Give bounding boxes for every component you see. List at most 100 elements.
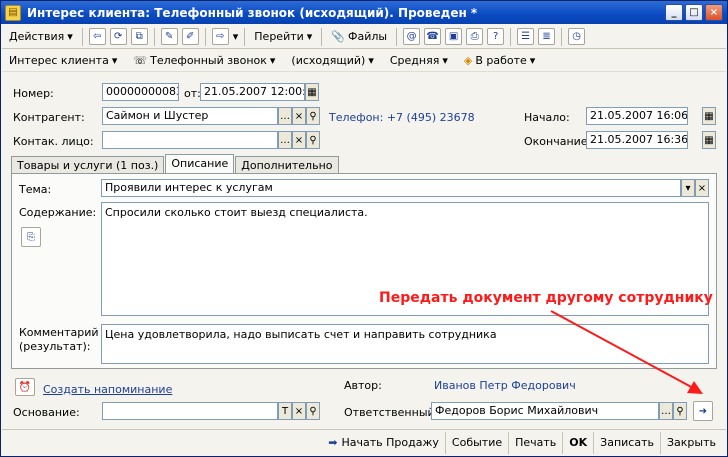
interest-menu[interactable]: Интерес клиента ▾ xyxy=(6,52,120,69)
contact-field[interactable] xyxy=(102,131,278,149)
call-type-menu[interactable]: ☏ Телефонный звонок ▾ xyxy=(130,52,278,69)
clear-icon[interactable]: × xyxy=(292,107,306,125)
start-field[interactable]: 21.05.2007 16:06 xyxy=(586,107,688,125)
structure-icon[interactable]: ☰ xyxy=(517,28,535,45)
number-label: Номер: xyxy=(13,87,54,100)
contractor-label: Контрагент: xyxy=(13,111,85,124)
tab-description[interactable]: Описание xyxy=(165,154,235,173)
print-button[interactable]: Печать xyxy=(509,431,564,454)
topic-label: Тема: xyxy=(19,183,52,196)
start-label: Начало: xyxy=(524,111,570,124)
paperclip-icon: 📎 xyxy=(331,30,346,43)
post-document-icon[interactable]: ✎ xyxy=(160,28,178,45)
save-button[interactable]: Записать xyxy=(594,431,661,454)
start-sale-label: Начать Продажу xyxy=(341,436,439,449)
tab-goods[interactable]: Товары и услуги (1 поз.) xyxy=(11,156,165,173)
annotation-text: Передать документ другому сотруднику xyxy=(379,290,713,306)
dropdown-arrow-icon: ▾ xyxy=(442,54,448,67)
copy-icon[interactable]: ⧉ xyxy=(130,28,148,45)
open-icon[interactable]: ⚲ xyxy=(306,107,320,125)
clear-icon[interactable]: × xyxy=(292,402,306,420)
contractor-field[interactable]: Саймон и Шустер xyxy=(102,107,278,125)
dropdown-arrow-icon: ▾ xyxy=(368,54,374,67)
reminder-icon[interactable]: ⏰ xyxy=(15,378,35,396)
clock-icon[interactable]: ◷ xyxy=(568,28,586,45)
separator xyxy=(244,27,246,46)
document-icon: ▤ xyxy=(5,4,21,21)
maximize-button[interactable]: □ xyxy=(685,4,703,21)
chevron-down-icon[interactable]: ▾ xyxy=(681,179,695,197)
unpost-document-icon[interactable]: ✐ xyxy=(181,28,199,45)
help-icon[interactable]: ? xyxy=(487,28,505,45)
dropdown-arrow-icon: ▾ xyxy=(67,30,73,43)
tab-strip: Товары и услуги (1 поз.) Описание Дополн… xyxy=(11,154,340,173)
list-icon[interactable]: ≣ xyxy=(538,28,556,45)
calendar-icon[interactable]: ▦ xyxy=(305,83,319,101)
calendar-icon[interactable]: ▦ xyxy=(702,107,716,125)
arrow-right-icon: ➡ xyxy=(328,436,338,449)
call-type-label: Телефонный звонок xyxy=(150,54,267,67)
status-label: В работе xyxy=(475,54,527,67)
select-button[interactable]: … xyxy=(278,131,292,149)
dropdown-arrow-icon: ▾ xyxy=(529,54,536,67)
minimize-button[interactable]: _ xyxy=(665,4,683,21)
direction-menu[interactable]: (исходящий) ▾ xyxy=(288,52,376,69)
email-icon[interactable]: @ xyxy=(403,28,421,45)
actions-menu[interactable]: Действия ▾ xyxy=(6,28,76,45)
status-menu[interactable]: ◈ В работе ▾ xyxy=(461,52,538,69)
calendar-icon[interactable]: ▦ xyxy=(702,131,716,149)
briefcase-icon[interactable]: ▣ xyxy=(445,28,463,45)
bottom-button-bar: ➡ Начать Продажу Событие Печать OK Записа… xyxy=(2,429,726,455)
responsible-label: Ответственный: xyxy=(344,406,439,419)
actions-label: Действия xyxy=(9,30,65,43)
open-icon[interactable]: ⚲ xyxy=(673,402,687,420)
event-button[interactable]: Событие xyxy=(446,431,510,454)
open-icon[interactable]: ⚲ xyxy=(306,402,320,420)
clipboard-icon[interactable]: ⎘ xyxy=(21,227,41,247)
basis-label: Основание: xyxy=(13,406,80,419)
clear-icon[interactable]: × xyxy=(695,179,709,197)
dropdown-arrow-icon: ▾ xyxy=(111,54,118,67)
refresh-icon[interactable]: ⟳ xyxy=(109,28,127,45)
author-value: Иванов Петр Федорович xyxy=(434,379,576,392)
date-field[interactable]: 21.05.2007 12:00:00 xyxy=(200,83,305,101)
based-on-icon[interactable]: ⇨ xyxy=(211,28,229,45)
clear-icon[interactable]: × xyxy=(292,131,306,149)
separator xyxy=(204,27,206,46)
topic-field[interactable]: Проявили интерес к услугам xyxy=(101,179,681,197)
transfer-document-icon[interactable]: ➜ xyxy=(693,401,713,421)
from-label: от: xyxy=(184,87,201,100)
document-window: ▤ Интерес клиента: Телефонный звонок (ис… xyxy=(0,0,728,457)
responsible-field[interactable]: Федоров Борис Михайлович xyxy=(431,402,659,420)
tab-additional[interactable]: Дополнительно xyxy=(235,156,339,173)
print-icon[interactable]: ⎙ xyxy=(466,28,484,45)
files-button[interactable]: 📎 Файлы xyxy=(328,28,390,45)
number-field[interactable]: 00000000083 xyxy=(102,83,179,101)
select-button[interactable]: … xyxy=(659,402,673,420)
priority-label: Средняя xyxy=(389,54,440,67)
phone-call-icon: ☏ xyxy=(133,54,148,67)
interest-label: Интерес клиента xyxy=(9,54,109,67)
comment-label: Комментарий (результат): xyxy=(19,326,99,353)
text-type-icon[interactable]: T xyxy=(278,402,292,420)
create-reminder-link[interactable]: Создать напоминание xyxy=(43,383,172,396)
window-title: Интерес клиента: Телефонный звонок (исхо… xyxy=(27,5,478,20)
basis-field[interactable] xyxy=(102,402,278,420)
dropdown-arrow-icon[interactable]: ▾ xyxy=(233,30,239,43)
ok-button[interactable]: OK xyxy=(563,431,595,454)
priority-menu[interactable]: Средняя ▾ xyxy=(387,52,451,69)
back-arrow-icon[interactable]: ⇦ xyxy=(88,28,106,45)
phone-icon[interactable]: ☎ xyxy=(424,28,442,45)
select-button[interactable]: … xyxy=(278,107,292,125)
title-bar: ▤ Интерес клиента: Телефонный звонок (ис… xyxy=(1,1,727,24)
close-window-button[interactable]: × xyxy=(705,4,723,21)
dropdown-arrow-icon: ▾ xyxy=(306,30,313,43)
main-toolbar: Действия ▾ ⇦ ⟳ ⧉ ✎ ✐ ⇨ ▾ Перейти ▾ 📎 Файлы … xyxy=(2,25,726,49)
open-icon[interactable]: ⚲ xyxy=(306,131,320,149)
close-button[interactable]: Закрыть xyxy=(661,432,722,454)
goto-menu[interactable]: Перейти ▾ xyxy=(251,28,315,45)
content-label: Содержание: xyxy=(19,206,97,219)
start-sale-button[interactable]: ➡ Начать Продажу xyxy=(322,431,446,454)
end-field[interactable]: 21.05.2007 16:36 xyxy=(586,131,688,149)
end-label: Окончание: xyxy=(524,135,592,148)
